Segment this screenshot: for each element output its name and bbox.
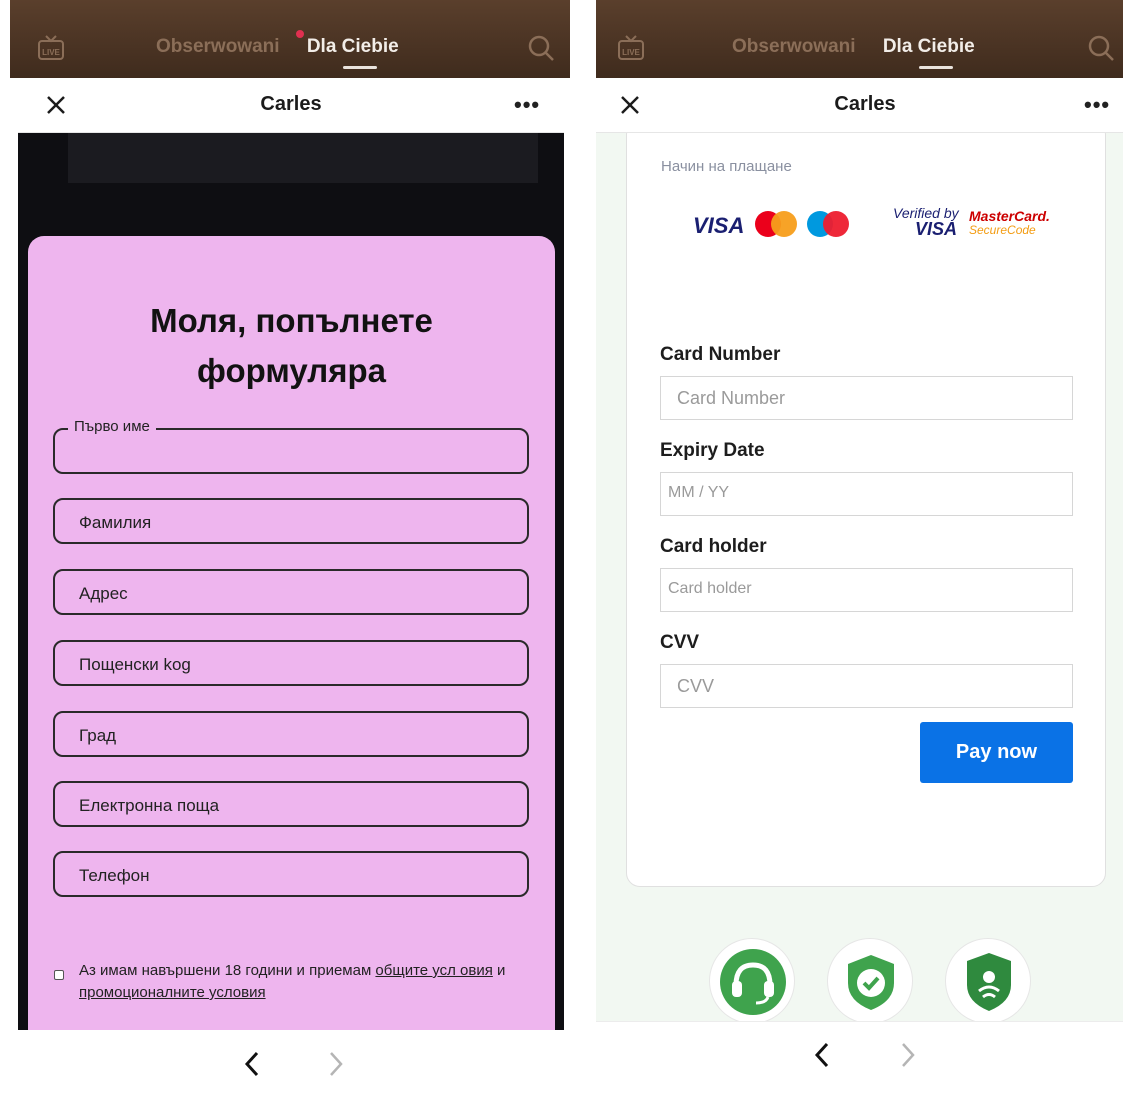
tab-following[interactable]: Obserwowani [732,36,856,57]
active-tab-indicator [918,66,953,69]
more-icon[interactable]: ••• [1084,92,1118,117]
securecode-text: SecureCode [969,223,1036,237]
consent-prefix: Аз имам навършени 18 години и приемам [79,962,376,979]
card-holder-input[interactable]: Card holder [660,568,1073,612]
live-icon[interactable]: LIVE [616,33,646,61]
search-icon[interactable] [526,33,556,63]
cvv-label: CVV [660,632,700,653]
maestro-logo [807,211,851,241]
bottom-navigation [596,1021,1123,1099]
cvv-input[interactable]: CVV [660,664,1073,708]
screenshot-divider [580,0,592,1099]
feed-tabs: Obserwowani Dla Ciebie [732,36,975,69]
close-icon[interactable] [42,91,70,119]
forward-chevron-icon[interactable] [324,1049,348,1079]
notification-dot [296,30,304,38]
feed-tabs: Obserwowani Dla Ciebie [156,36,399,69]
tab-following[interactable]: Obserwowani [156,36,280,57]
tiktok-topbar: LIVE Obserwowani Dla Ciebie [596,0,1123,78]
page-title: Carles [260,93,322,115]
visa-logo: VISA [693,213,745,238]
first-name-label: Първо име [68,418,156,435]
search-icon[interactable] [1086,33,1116,63]
expiry-date-label: Expiry Date [660,440,765,461]
consent-text: Аз имам навършени 18 години и приемам об… [79,960,535,1004]
first-name-field[interactable]: Първо име [53,418,529,474]
tab-for-you[interactable]: Dla Ciebie [882,36,975,69]
registration-form: Моля, попълнете формуляра Първо име Фами… [28,236,555,1030]
tiktok-topbar: LIVE Obserwowani Dla Ciebie [10,0,570,78]
tab-for-you-label: Dla Ciebie [306,36,399,57]
forward-chevron-icon[interactable] [896,1040,920,1070]
svg-text:LIVE: LIVE [42,48,60,57]
back-chevron-icon[interactable] [810,1040,834,1070]
close-icon[interactable] [616,91,644,119]
webview-header: Carles ••• [596,78,1123,133]
security-badge[interactable] [827,938,913,1021]
form-title: Моля, попълнете формуляра [28,296,555,396]
consent-and: и [492,962,506,979]
right-screenshot: LIVE Obserwowani Dla Ciebie Carles ••• Н… [592,0,1123,1099]
mastercard-securecode-logo: MasterCard. SecureCode [969,208,1050,237]
terms-link[interactable]: общите усл овия [375,962,492,979]
form-title-line1: Моля, попълнете [150,302,433,339]
form-title-line2: формуляра [197,352,386,389]
active-tab-indicator [342,66,377,69]
postal-code-field[interactable]: Пощенски kog [53,640,529,686]
last-name-field[interactable]: Фамилия [53,498,529,544]
verified-visa-text: VISA [915,219,958,239]
webview-content: Начин на плащане VISA Verified by VISA M… [596,133,1123,1021]
shield-check-icon [848,955,894,1010]
payment-card: Начин на плащане VISA Verified by VISA M… [626,133,1106,887]
securecode-brand: MasterCard. [969,208,1050,224]
webview-header: Carles ••• [18,78,564,133]
tab-for-you[interactable]: Dla Ciebie [306,36,399,69]
verified-by-visa-logo: Verified by VISA [893,205,968,239]
email-field[interactable]: Електронна поща [53,781,529,827]
city-field[interactable]: Град [53,711,529,757]
back-chevron-icon[interactable] [240,1049,264,1079]
card-holder-label: Card holder [660,536,767,557]
address-field[interactable]: Адрес [53,569,529,615]
page-title: Carles [834,93,896,115]
left-screenshot: LIVE Obserwowani Dla Ciebie Carles ••• М… [0,0,580,1099]
support-headset-icon [720,949,786,1015]
card-number-input[interactable]: Card Number [660,376,1073,420]
mastercard-logo [755,211,799,241]
payment-method-label: Начин на плащане [661,158,792,175]
secure-lock-icon [967,953,1011,1011]
svg-text:LIVE: LIVE [622,48,640,57]
card-number-label: Card Number [660,344,781,365]
expiry-date-input[interactable]: MM / YY [660,472,1073,516]
consent-checkbox[interactable] [54,970,64,980]
secure-badge[interactable] [945,938,1031,1021]
video-background [68,133,538,183]
pay-now-button[interactable]: Pay now [920,722,1073,783]
webview-content: Моля, попълнете формуляра Първо име Фами… [18,133,564,1030]
live-icon[interactable]: LIVE [36,33,66,61]
bottom-navigation [18,1030,564,1099]
more-icon[interactable]: ••• [514,92,548,117]
support-badge[interactable] [709,938,795,1021]
phone-field[interactable]: Телефон [53,851,529,897]
card-brand-logos: VISA Verified by VISA MasterCard. Secure… [693,205,1053,245]
tab-for-you-label: Dla Ciebie [882,36,975,57]
promo-terms-link[interactable]: промоционалните условия [79,984,266,1001]
